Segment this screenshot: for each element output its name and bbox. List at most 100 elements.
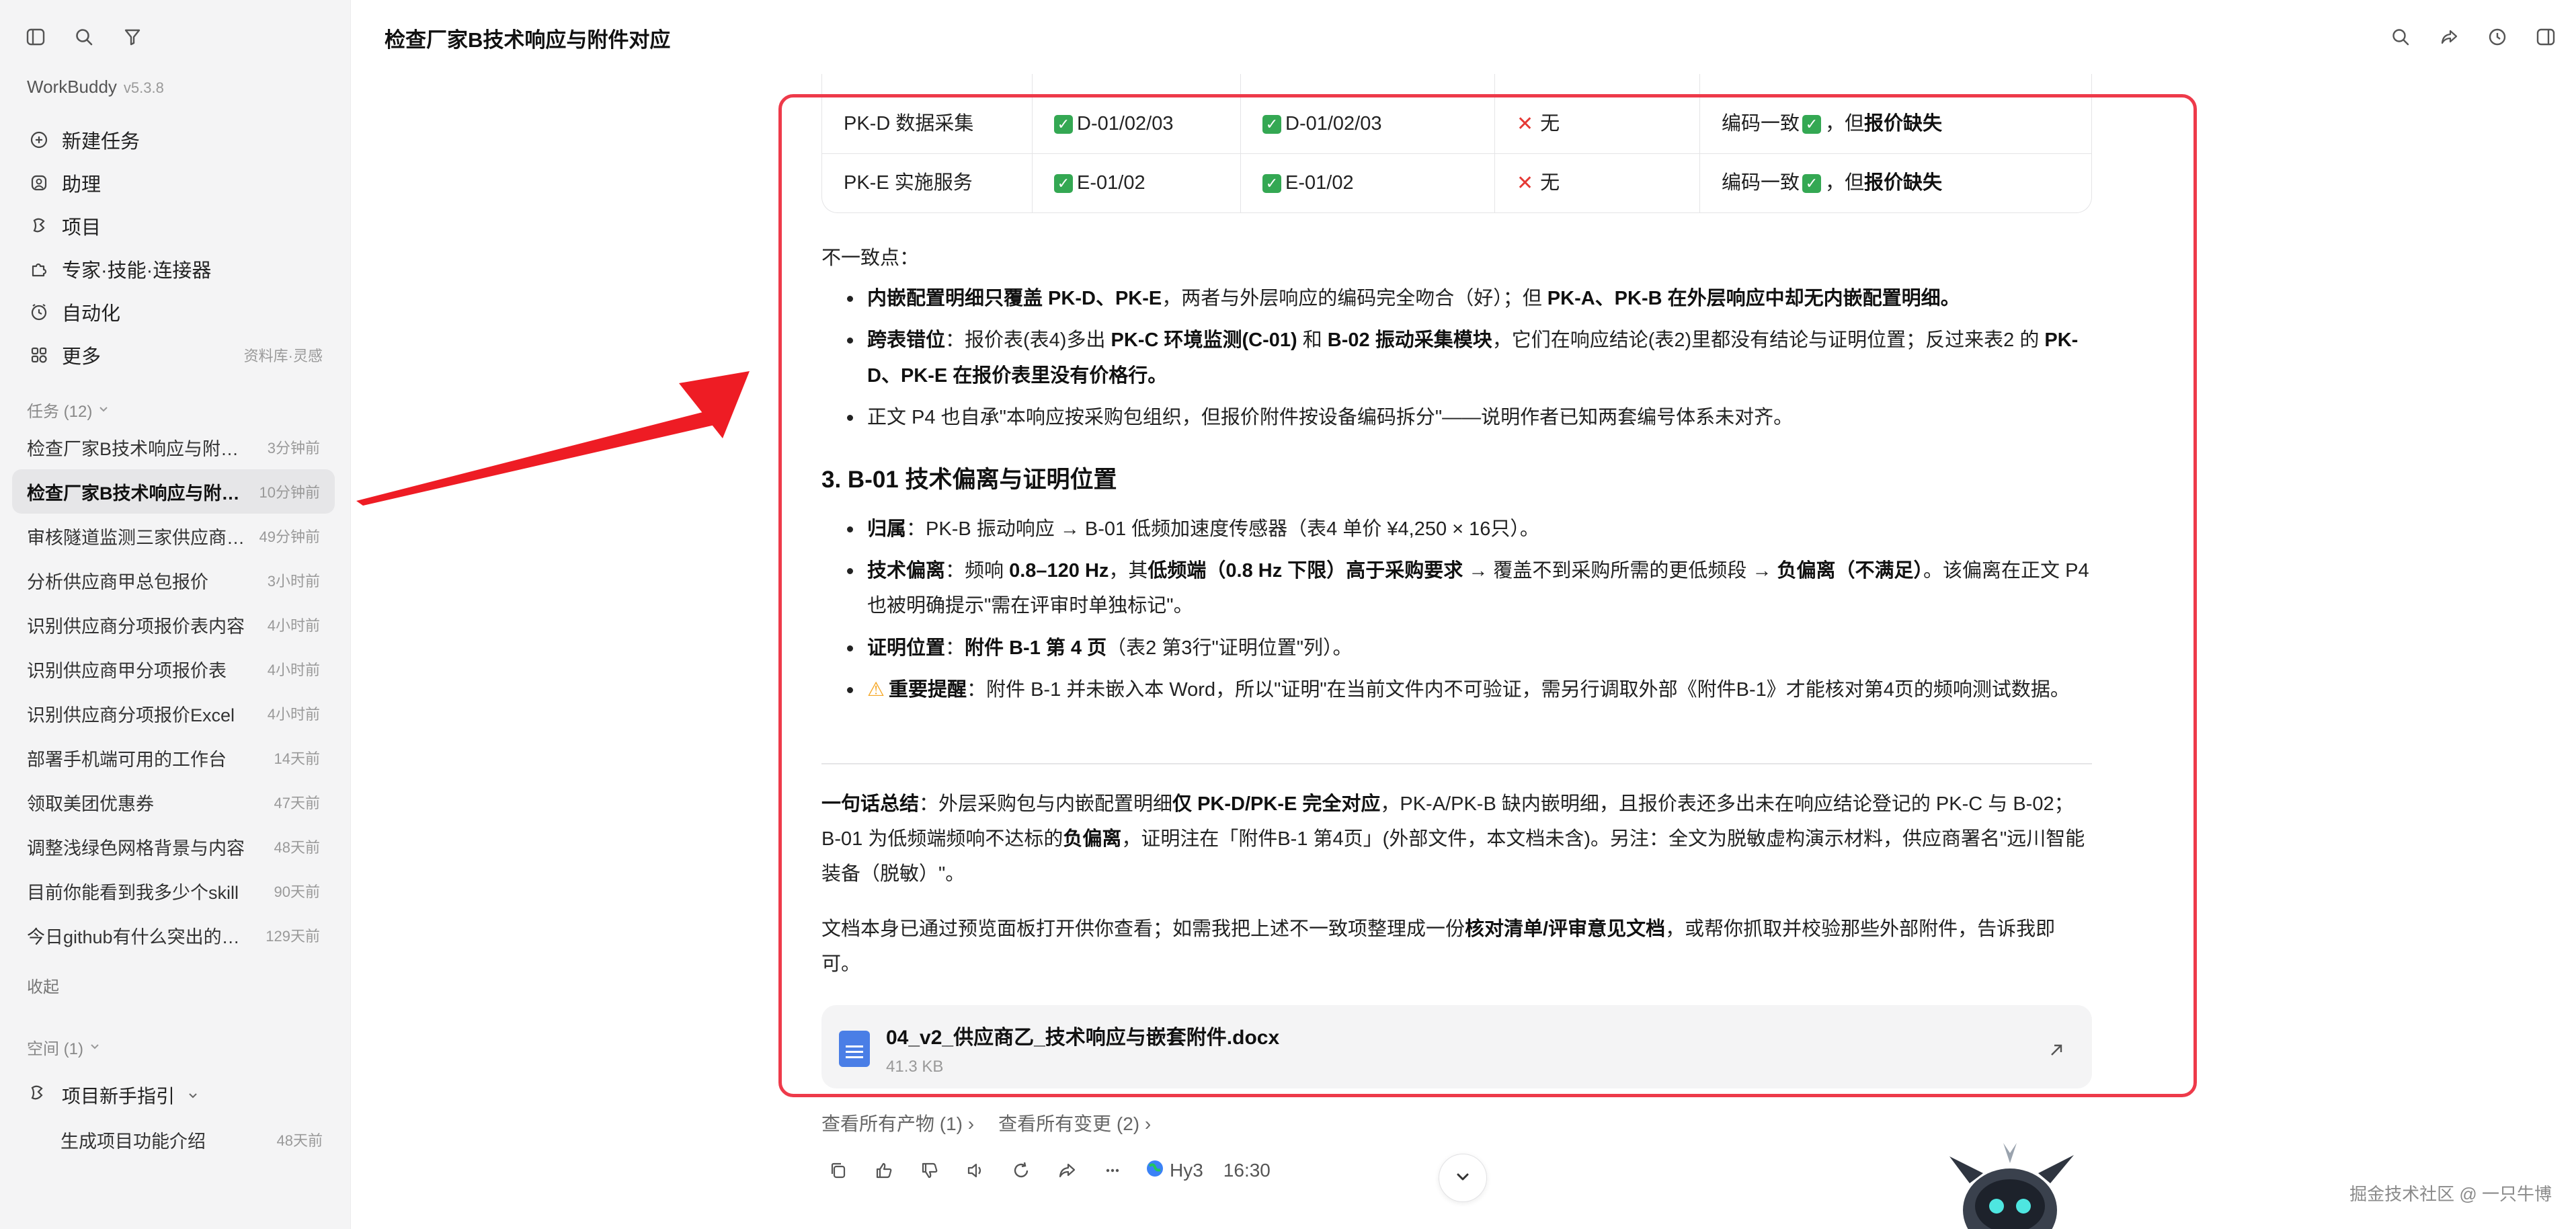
result-links: 查看所有产物 (1) › 查看所有变更 (2) › — [821, 1109, 1151, 1136]
sidebar-item-label: 新建任务 — [62, 131, 140, 153]
task-item[interactable]: 识别供应商分项报价表内容 4小时前 — [12, 602, 335, 647]
filter-icon[interactable] — [120, 24, 145, 50]
task-title: 目前你能看到我多少个skill — [27, 882, 239, 903]
project-icon — [27, 214, 51, 238]
sidebar-item-label: 项目 — [62, 217, 102, 239]
thumbs-down-icon[interactable] — [917, 1158, 942, 1183]
assistant-icon — [27, 171, 51, 195]
message-time: 16:30 — [1223, 1160, 1271, 1181]
sidebar-item-automation[interactable]: 自动化 — [27, 290, 323, 333]
task-time: 14天前 — [274, 750, 320, 767]
table-row — [822, 74, 2091, 94]
copy-icon[interactable] — [826, 1158, 851, 1183]
task-item[interactable]: 今日github有什么突出的项目 129天前 — [12, 913, 335, 957]
red-highlight-box — [778, 94, 2197, 1097]
chevron-down-icon — [97, 401, 110, 420]
regenerate-icon[interactable] — [1008, 1158, 1034, 1183]
scroll-to-bottom-button[interactable] — [1439, 1154, 1487, 1202]
app-name-text: WorkBuddy — [27, 77, 117, 97]
model-badge: Hy3 — [1145, 1159, 1203, 1183]
task-time: 129天前 — [266, 928, 320, 945]
task-item[interactable]: 目前你能看到我多少个skill 90天前 — [12, 869, 335, 913]
task-title: 识别供应商分项报价表内容 — [27, 616, 245, 637]
sidebar-item-more[interactable]: 更多 资料库·灵感 — [27, 333, 323, 376]
table-cell — [1240, 74, 1494, 94]
sidebar-item-experts[interactable]: 专家·技能·连接器 — [27, 247, 323, 290]
project-label: 项目新手指引 — [62, 1086, 175, 1107]
task-title: 调整浅绿色网格背景与内容 — [27, 838, 245, 859]
toggle-sidebar-icon[interactable] — [23, 24, 48, 50]
search-icon[interactable] — [71, 24, 97, 50]
history-icon[interactable] — [2485, 24, 2510, 50]
sidebar-item-label: 更多 — [62, 346, 102, 368]
task-title: 识别供应商甲分项报价表 — [27, 660, 227, 681]
more-icon[interactable] — [1100, 1158, 1125, 1183]
task-time: 10分钟前 — [259, 484, 320, 501]
tasks-header[interactable]: 任务 (12) — [27, 398, 110, 422]
mascot-robot-image — [1949, 1143, 2074, 1229]
page-title: 检查厂家B技术响应与附件对应 — [385, 28, 671, 52]
thumbs-up-icon[interactable] — [871, 1158, 897, 1183]
task-item[interactable]: 识别供应商分项报价Excel 4小时前 — [12, 691, 335, 736]
sidebar-nav: 新建任务 助理 项目 专家·技能·连接器 自动化 更多 资料库·灵感 — [27, 118, 323, 376]
view-changes-link[interactable]: 查看所有变更 (2) › — [998, 1109, 1151, 1136]
task-time: 48天前 — [274, 839, 320, 856]
spaces-header[interactable]: 空间 (1) — [27, 1035, 101, 1059]
grid-icon — [27, 343, 51, 367]
table-cell — [1699, 74, 2091, 94]
top-bar-icons — [2388, 24, 2559, 50]
globe-icon — [1145, 1159, 1164, 1183]
sidebar-item-extra: 资料库·灵感 — [243, 348, 323, 364]
task-title: 领取美团优惠券 — [27, 793, 154, 814]
project-item[interactable]: 项目新手指引 — [27, 1073, 323, 1117]
sidebar-item-project[interactable]: 项目 — [27, 204, 323, 247]
task-title: 识别供应商分项报价Excel — [27, 705, 235, 725]
project-icon — [27, 1083, 51, 1108]
watermark: 掘金技术社区 @ 一只牛博 — [2349, 1184, 2552, 1204]
new-task-icon — [27, 128, 51, 152]
chevron-down-icon — [1453, 1166, 1473, 1190]
project-sub-item[interactable]: 生成项目功能介绍 48天前 — [27, 1117, 323, 1162]
task-time: 47天前 — [274, 795, 320, 811]
model-name: Hy3 — [1170, 1160, 1203, 1181]
project-sub-time: 48天前 — [276, 1132, 323, 1149]
task-title: 检查厂家B技术响应与附件对应 — [27, 483, 249, 504]
task-title: 分析供应商甲总包报价 — [27, 571, 208, 592]
task-item[interactable]: 审核隧道监测三家供应商报价 49分钟前 — [12, 514, 335, 558]
view-artifacts-link[interactable]: 查看所有产物 (1) › — [821, 1109, 974, 1136]
spaces-list: 项目新手指引 生成项目功能介绍 48天前 — [27, 1073, 323, 1162]
sidebar-item-label: 助理 — [62, 174, 102, 196]
share-icon[interactable] — [1054, 1158, 1080, 1183]
task-item[interactable]: 检查厂家B技术响应与附件对应 3分钟前 — [12, 425, 335, 469]
sidebar-item-label: 专家·技能·连接器 — [62, 260, 212, 282]
task-time: 3分钟前 — [267, 440, 320, 457]
task-title: 部署手机端可用的工作台 — [27, 749, 227, 770]
task-list: 检查厂家B技术响应与附件对应 3分钟前 检查厂家B技术响应与附件对应 10分钟前 审… — [12, 425, 335, 957]
chevron-down-icon — [89, 1038, 101, 1057]
app-version: v5.3.8 — [123, 79, 164, 96]
red-arrow-annotation — [356, 371, 750, 506]
clock-icon — [27, 300, 51, 324]
task-title: 检查厂家B技术响应与附件对应 — [27, 438, 249, 459]
task-time: 4小时前 — [267, 662, 320, 678]
sidebar-item-label: 自动化 — [62, 303, 121, 325]
sidebar: WorkBuddy v5.3.8 新建任务 助理 项目 专家·技能·连接器 自动化… — [0, 0, 351, 1229]
task-item[interactable]: 部署手机端可用的工作台 14天前 — [12, 736, 335, 780]
task-item-active[interactable]: 检查厂家B技术响应与附件对应 10分钟前 — [12, 469, 335, 514]
task-time: 49分钟前 — [259, 528, 320, 545]
chevron-down-icon — [187, 1084, 199, 1106]
search-icon[interactable] — [2388, 24, 2413, 50]
task-item[interactable]: 调整浅绿色网格背景与内容 48天前 — [12, 824, 335, 869]
panel-toggle-icon[interactable] — [2533, 24, 2559, 50]
sidebar-item-new-task[interactable]: 新建任务 — [27, 118, 323, 161]
share-icon[interactable] — [2436, 24, 2462, 50]
task-item[interactable]: 领取美团优惠券 47天前 — [12, 780, 335, 824]
sidebar-item-assistant[interactable]: 助理 — [27, 161, 323, 204]
task-item[interactable]: 分析供应商甲总包报价 3小时前 — [12, 558, 335, 602]
task-item[interactable]: 识别供应商甲分项报价表 4小时前 — [12, 647, 335, 691]
table-cell — [1032, 74, 1240, 94]
tasks-header-label: 任务 (12) — [27, 403, 93, 421]
collapse-button[interactable]: 收起 — [27, 974, 59, 997]
speaker-icon[interactable] — [963, 1158, 988, 1183]
spaces-header-label: 空间 (1) — [27, 1040, 83, 1058]
